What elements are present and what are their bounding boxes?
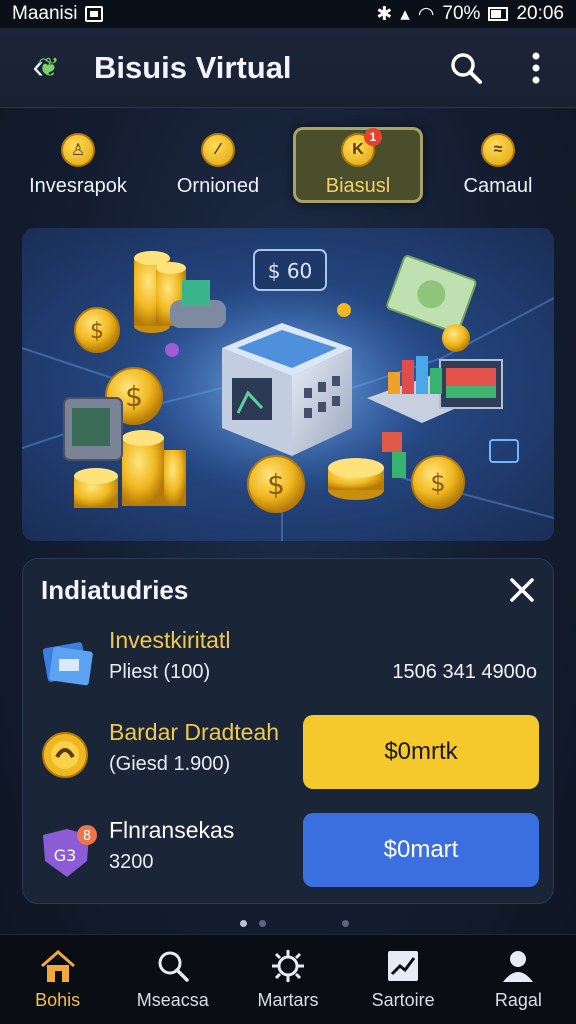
tab-category-2[interactable]: ⁄ Ornioned [153,127,283,203]
tab-category-3[interactable]: K 1 Biasusl [293,127,423,203]
nav-label: Sartoire [371,990,435,1010]
nav-label: Martars [257,990,319,1010]
person-icon [503,951,534,982]
item-name: Investkiritatl [109,627,231,653]
svg-text:$: $ [90,319,104,344]
buy-button-blue[interactable]: $0mart [303,813,539,887]
nav-sartoire[interactable]: Sartoire [348,948,458,1011]
item-subtitle: (Giesd 1.900) [109,753,231,775]
battery-icon [488,7,509,21]
page-indicator [0,920,576,928]
list-item[interactable]: Investkiritatl Pliest (100) 1506 341 490… [39,623,539,703]
tab-label: Biasusl [325,174,391,197]
status-bar: Maanisi ✱ ▴ ◠ 70% 20:06 [0,0,576,28]
list-item: Bardar Dradteah (Giesd 1.900) $0mrtk [39,715,539,795]
battery-percent: 70% [442,3,481,24]
panel-title: Indiatudries [41,575,189,605]
more-menu-button[interactable] [516,48,556,88]
close-icon [510,578,534,602]
svg-text:$: $ [267,468,285,501]
leaf-icon: ❦ [37,52,60,82]
nav-home[interactable]: Bohis [3,948,113,1011]
app-bar: ‹ ❦ Bisuis Virtual [0,28,576,108]
close-button[interactable] [505,573,539,607]
document-icon [42,642,93,686]
more-vertical-icon [532,52,540,83]
bluetooth-icon: ✱ [376,3,393,25]
bottom-navigation: Bohis Mseacsa Martars Sartoire Ragal [0,934,576,1024]
clock: 20:06 [516,3,564,24]
page-dot[interactable] [342,920,349,927]
coin-wave-icon: ≈ [481,132,515,167]
nav-profile[interactable]: Ragal [463,948,573,1011]
item-name: Bardar Dradteah [109,719,280,745]
signal-icon: ▴ [400,3,410,25]
industries-panel: Indiatudries Investkiritatl Pliest (100)… [22,558,554,904]
carrier-label: Maanisi [12,3,78,24]
home-icon [40,950,75,982]
tab-label: Invesrapok [29,174,127,197]
page-dot[interactable] [259,920,266,927]
notification-badge: 1 [364,127,382,146]
shield-badge-icon: G3 8 [43,825,97,877]
tab-label: Ornioned [176,174,260,197]
svg-text:G3: G3 [54,846,77,865]
page-title: Bisuis Virtual [94,49,292,85]
back-button[interactable]: ‹ ❦ [20,42,72,94]
nav-search[interactable]: Mseacsa [118,948,228,1011]
tab-label: Camaul [463,174,533,197]
notification-icon [85,6,104,22]
gear-coin-icon [42,732,88,778]
search-icon [451,52,482,84]
buy-button-yellow[interactable]: $0mrtk [303,715,539,789]
list-item: G3 8 Flnransekas 3200 $0mart [39,813,539,893]
item-subtitle: 3200 [109,851,154,873]
item-value: 1506 341 4900o [392,661,537,683]
nav-label: Ragal [494,990,542,1010]
search-button[interactable] [446,48,486,88]
gear-icon [271,950,304,982]
nav-label: Bohis [35,990,81,1010]
coin-k-icon: K 1 [341,127,382,167]
price-tag-text: $ 60 [268,259,313,283]
hero-banner[interactable]: $ $ $ 60 $ $ [22,228,554,541]
item-badge: 8 [83,829,91,844]
svg-text:$: $ [430,469,445,497]
coin-slash-icon: ⁄ [201,132,235,167]
wifi-icon: ◠ [417,3,435,25]
svg-text:$: $ [125,380,143,413]
page-dot[interactable] [240,920,247,927]
coin-person-icon: ♙ [61,132,95,167]
tab-category-4[interactable]: ≈ Camaul [433,127,563,203]
nav-markets[interactable]: Martars [233,948,343,1011]
item-subtitle: Pliest (100) [109,661,211,683]
search-icon [158,951,189,982]
banner-illustration: $ $ $ 60 $ $ [22,249,554,541]
chart-icon [388,951,419,981]
item-name: Flnransekas [109,817,235,843]
category-tabs: ♙ Invesrapok ⁄ Ornioned K 1 Biasusl ≈ Ca… [0,110,576,220]
tab-category-1[interactable]: ♙ Invesrapok [13,127,143,203]
nav-label: Mseacsa [136,990,209,1010]
